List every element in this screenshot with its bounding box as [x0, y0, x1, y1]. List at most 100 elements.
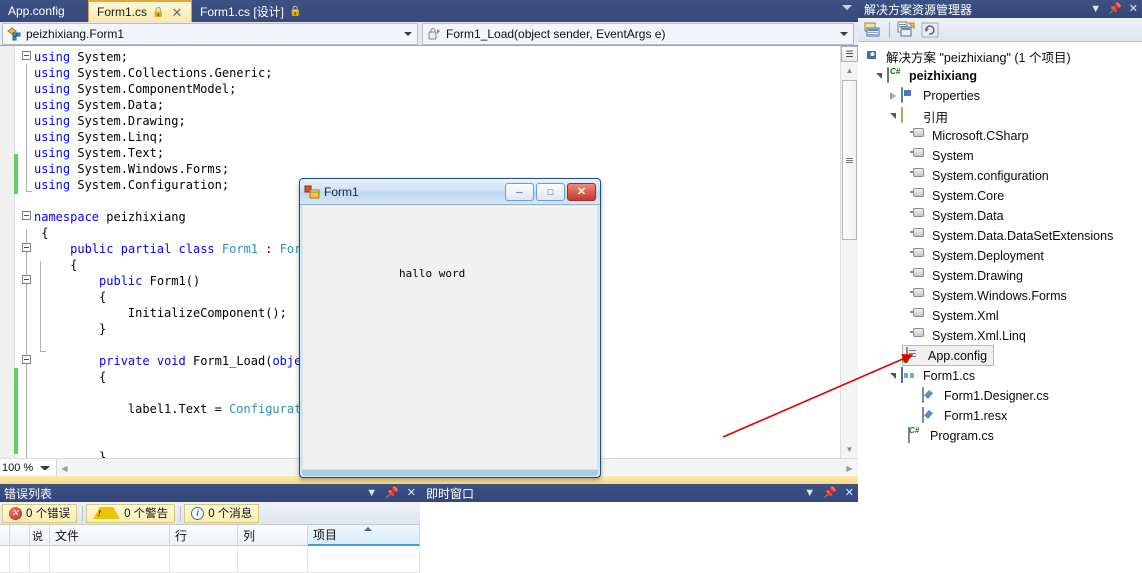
reference-icon — [910, 288, 928, 304]
warnings-filter-label: 0 个警告 — [124, 508, 169, 520]
class-dropdown-value: peizhixiang.Form1 — [26, 27, 125, 41]
chevron-down-icon[interactable] — [40, 466, 50, 470]
close-button[interactable]: ✕ — [567, 182, 596, 201]
column-header-file[interactable]: 文件 — [50, 525, 170, 546]
outline-toggle-usings[interactable] — [22, 51, 31, 60]
tree-node-solution[interactable]: 解决方案 "peizhixiang" (1 个项目) — [864, 46, 1071, 66]
outline-toggle-constructor[interactable] — [22, 275, 31, 284]
form1-runtime-window[interactable]: Form1 ─ □ ✕ hallo word — [299, 178, 601, 478]
show-all-files-icon[interactable] — [895, 20, 917, 40]
tree-node-reference[interactable]: System.Xml — [910, 306, 999, 326]
tree-node-references[interactable]: 引用 — [890, 106, 948, 126]
expander-closed-icon[interactable] — [890, 92, 896, 100]
tree-node-form1-cs[interactable]: Form1.cs — [890, 366, 975, 386]
tree-node-label: System.Data — [932, 209, 1004, 223]
outline-toggle-class[interactable] — [22, 243, 31, 252]
tree-node-reference[interactable]: System.Data.DataSetExtensions — [910, 226, 1113, 246]
tree-node-program-cs[interactable]: Program.cs — [908, 426, 994, 446]
designer-file-icon — [922, 407, 940, 424]
outline-toggle-form1load[interactable] — [22, 355, 31, 364]
label1: hallo word — [399, 267, 466, 280]
warnings-filter-button[interactable]: 0 个警告 — [86, 503, 176, 523]
pin-icon[interactable]: 📌 — [385, 487, 399, 499]
tree-node-properties[interactable]: Properties — [890, 86, 980, 106]
immediate-window-output[interactable] — [420, 502, 858, 573]
pin-icon[interactable]: 📌 — [1108, 3, 1122, 15]
messages-filter-button[interactable]: 0 个消息 — [184, 503, 260, 523]
properties-icon[interactable] — [862, 20, 884, 40]
tree-node-reference[interactable]: System.Xml.Linq — [910, 326, 1026, 346]
tree-node-reference[interactable]: System.Drawing — [910, 266, 1023, 286]
tree-node-project-peizhixiang[interactable]: peizhixiang — [876, 66, 977, 86]
expander-open-icon[interactable] — [890, 113, 896, 119]
messages-filter-label: 0 个消息 — [208, 508, 253, 520]
tab-form1-cs-design[interactable]: Form1.cs [设计] 🔒 — [192, 0, 316, 22]
tree-node-label: Form1.Designer.cs — [944, 389, 1049, 403]
chevron-down-icon[interactable]: ▼ — [1090, 3, 1101, 15]
tree-node-form1-resx[interactable]: Form1.resx — [922, 406, 1007, 426]
errors-filter-button[interactable]: 0 个错误 — [2, 503, 78, 523]
reference-icon — [910, 228, 928, 244]
expander-open-icon[interactable] — [890, 373, 896, 379]
tree-node-reference[interactable]: System.configuration — [910, 166, 1049, 186]
error-list-panel: 错误列表 ▼ 📌 ✕ 0 个错误 0 个警告 0 个消息 — [0, 484, 420, 573]
close-icon[interactable]: ✕ — [845, 487, 854, 499]
tab-form1-cs[interactable]: Form1.cs 🔒 ✕ — [88, 0, 192, 22]
tree-node-app-config[interactable]: App.config — [902, 345, 995, 366]
editor-navigation-bar: peizhixiang.Form1 Form1_Load(object send… — [0, 22, 858, 46]
windows-form-icon — [304, 185, 320, 199]
editor-vertical-scrollbar[interactable]: ▲ ▼ — [840, 46, 858, 458]
maximize-button[interactable]: □ — [536, 182, 565, 201]
form1-titlebar[interactable]: Form1 ─ □ ✕ — [300, 179, 600, 205]
expander-open-icon[interactable] — [876, 73, 882, 79]
tree-node-reference[interactable]: System.Data — [910, 206, 1004, 226]
close-icon[interactable]: ✕ — [1129, 3, 1138, 15]
scroll-right-icon[interactable]: ▶ — [842, 460, 857, 476]
column-header-project[interactable]: 项目 — [308, 525, 420, 546]
chevron-down-icon[interactable] — [840, 32, 848, 36]
column-header-blank2[interactable] — [10, 525, 30, 546]
solution-explorer-tree[interactable]: 解决方案 "peizhixiang" (1 个项目) peizhixiang P… — [858, 42, 1142, 573]
zoom-level-dropdown[interactable]: 100 % — [0, 459, 57, 477]
tree-node-reference[interactable]: System.Core — [910, 186, 1004, 206]
refresh-icon[interactable] — [919, 20, 941, 40]
toolbar-separator — [180, 505, 182, 521]
class-dropdown[interactable]: peizhixiang.Form1 — [2, 23, 418, 45]
column-header-blank1[interactable] — [0, 525, 10, 546]
column-header-description[interactable]: 说 — [30, 525, 50, 546]
tab-list-chevron-down-icon[interactable] — [842, 5, 852, 10]
outline-guide-namespace — [26, 229, 27, 458]
visual-studio-window: App.config Form1.cs 🔒 ✕ Form1.cs [设计] 🔒 — [0, 0, 1142, 573]
close-icon[interactable]: ✕ — [171, 6, 182, 19]
tree-node-reference[interactable]: System.Deployment — [910, 246, 1044, 266]
scrollbar-thumb[interactable] — [842, 80, 857, 240]
tree-node-form1-designer-cs[interactable]: Form1.Designer.cs — [922, 386, 1049, 406]
immediate-window-title: 即时窗口 — [426, 486, 475, 501]
editor-split-button[interactable]: ☰ — [841, 46, 858, 62]
solution-icon — [864, 48, 882, 64]
scroll-up-icon[interactable]: ▲ — [842, 63, 857, 78]
member-dropdown[interactable]: Form1_Load(object sender, EventArgs e) — [422, 23, 854, 45]
outline-guide-end-usings — [26, 191, 32, 192]
error-list-body[interactable] — [0, 546, 420, 573]
scroll-left-icon[interactable]: ◀ — [57, 460, 72, 476]
tab-app-config[interactable]: App.config — [0, 0, 88, 22]
tree-node-reference[interactable]: Microsoft.CSharp — [910, 126, 1029, 146]
error-list-header-row: 说 文件 行 列 项目 — [0, 525, 420, 546]
pin-icon[interactable]: 📌 — [823, 487, 837, 499]
outline-toggle-namespace[interactable] — [22, 211, 31, 220]
tree-node-label: 解决方案 "peizhixiang" (1 个项目) — [886, 50, 1071, 65]
tree-node-reference[interactable]: System.Windows.Forms — [910, 286, 1067, 306]
scroll-down-icon[interactable]: ▼ — [842, 442, 857, 457]
chevron-down-icon[interactable] — [404, 32, 412, 36]
chevron-down-icon[interactable]: ▼ — [366, 487, 377, 499]
reference-icon — [910, 128, 928, 144]
tree-node-reference[interactable]: System — [910, 146, 974, 166]
chevron-down-icon[interactable]: ▼ — [804, 487, 815, 499]
minimize-button[interactable]: ─ — [505, 182, 534, 201]
close-icon[interactable]: ✕ — [407, 487, 416, 499]
column-header-column[interactable]: 列 — [238, 525, 308, 546]
tree-node-label: System.Core — [932, 189, 1005, 203]
reference-icon — [910, 308, 928, 324]
column-header-line[interactable]: 行 — [170, 525, 238, 546]
